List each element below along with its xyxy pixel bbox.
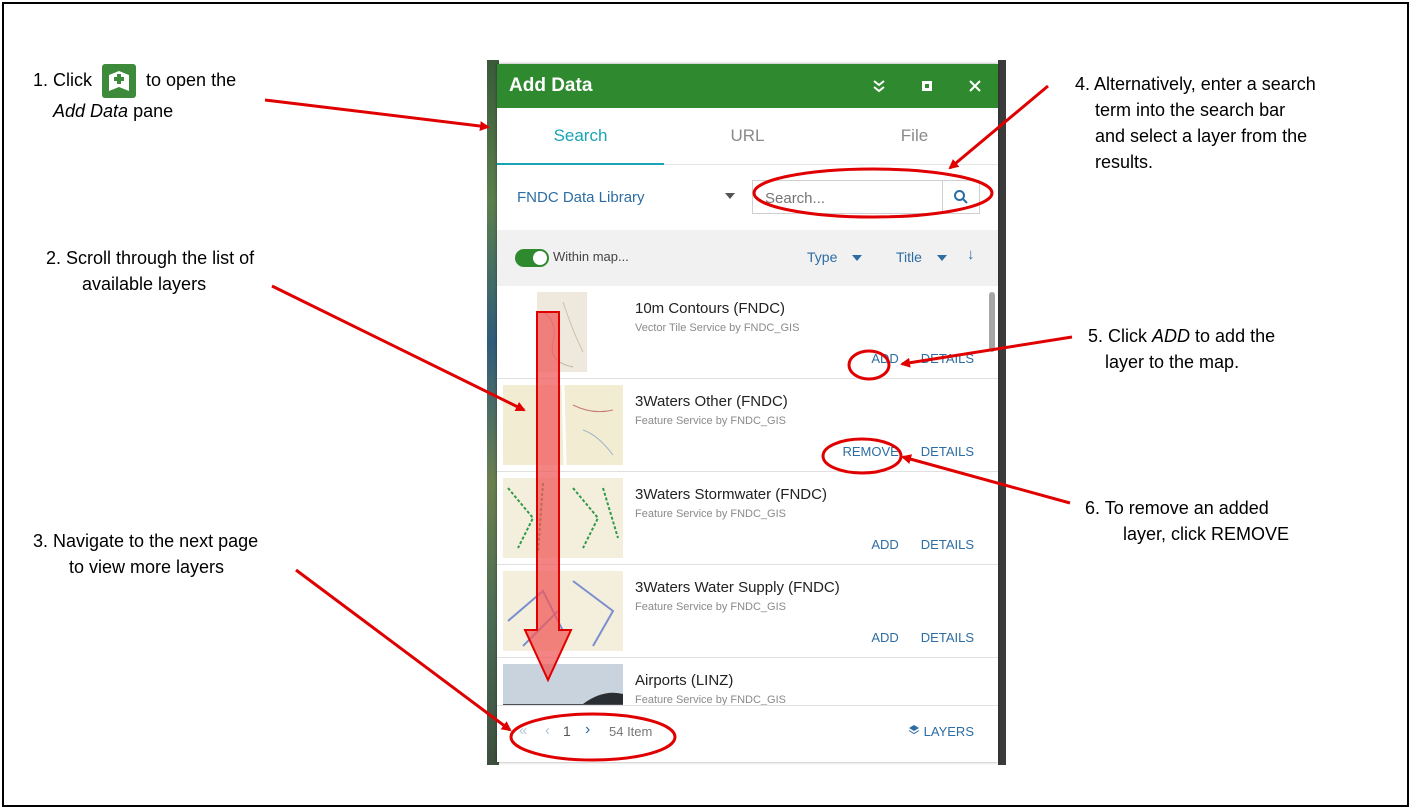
results-list: 10m Contours (FNDC) Vector Tile Service … — [497, 286, 998, 706]
layer-thumbnail — [537, 292, 587, 372]
layers-button[interactable]: LAYERS — [908, 724, 974, 739]
layers-icon — [908, 725, 920, 735]
add-button[interactable]: ADD — [871, 537, 898, 552]
results-scrollbar[interactable] — [989, 292, 995, 352]
list-item: 3Waters Water Supply (FNDC) Feature Serv… — [497, 565, 998, 658]
layers-label: LAYERS — [923, 724, 974, 739]
tab-search[interactable]: Search — [497, 108, 664, 165]
annotation-step-6: 6. To remove an added layer, click REMOV… — [1085, 498, 1290, 544]
item-title: 10m Contours (FNDC) — [635, 300, 786, 317]
panel-title: Add Data — [509, 75, 593, 96]
item-subtitle: Feature Service by FNDC_GIS — [635, 601, 786, 613]
search-box — [752, 180, 980, 215]
title-chevron-down-icon[interactable] — [937, 255, 947, 261]
layer-thumbnail — [503, 571, 623, 651]
collapse-icon[interactable] — [867, 74, 891, 98]
panel-header: Add Data — [497, 64, 998, 108]
source-dropdown[interactable]: FNDC Data Library — [517, 189, 645, 206]
list-item: Airports (LINZ) Feature Service by FNDC_… — [497, 658, 998, 706]
search-input[interactable] — [753, 181, 957, 215]
source-row: FNDC Data Library — [497, 165, 998, 230]
first-page-icon[interactable]: « — [519, 722, 527, 739]
search-button[interactable] — [942, 181, 979, 213]
annotation-step-2: 2. Scroll through the list of available … — [46, 248, 255, 294]
item-title: 3Waters Water Supply (FNDC) — [635, 579, 840, 596]
add-data-icon — [102, 64, 137, 98]
details-button[interactable]: DETAILS — [921, 630, 974, 645]
item-subtitle: Vector Tile Service by FNDC_GIS — [635, 322, 800, 334]
close-icon[interactable] — [963, 74, 987, 98]
tab-file[interactable]: File — [831, 108, 998, 164]
list-item: 3Waters Other (FNDC) Feature Service by … — [497, 379, 998, 472]
details-button[interactable]: DETAILS — [921, 444, 974, 459]
title-sort[interactable]: Title — [896, 249, 922, 265]
layer-thumbnail — [503, 664, 623, 706]
item-title: 3Waters Stormwater (FNDC) — [635, 486, 827, 503]
annotation-step-3: 3. Navigate to the next page to view mor… — [33, 531, 259, 577]
within-map-toggle[interactable] — [515, 249, 549, 267]
remove-button[interactable]: REMOVE — [842, 444, 898, 459]
type-chevron-down-icon[interactable] — [852, 255, 862, 261]
details-button[interactable]: DETAILS — [921, 537, 974, 552]
previous-page-icon[interactable]: ‹ — [545, 722, 550, 739]
item-title: 3Waters Other (FNDC) — [635, 393, 788, 410]
details-button[interactable]: DETAILS — [921, 351, 974, 366]
list-item: 10m Contours (FNDC) Vector Tile Service … — [497, 286, 998, 379]
add-button[interactable]: ADD — [871, 630, 898, 645]
tab-url[interactable]: URL — [664, 108, 831, 164]
search-icon — [954, 190, 968, 204]
item-subtitle: Feature Service by FNDC_GIS — [635, 508, 786, 520]
layer-thumbnail — [503, 478, 623, 558]
add-button[interactable]: ADD — [871, 351, 898, 366]
next-page-icon[interactable]: › — [585, 721, 590, 739]
chevron-down-icon[interactable] — [725, 193, 735, 199]
annotation-step-4: 4. Alternatively, enter a search term in… — [1075, 74, 1316, 172]
item-count: 54 Item — [609, 724, 653, 739]
within-map-label: Within map... — [553, 249, 629, 264]
annotation-step-5: 5. Click ADD to add the layer to the map… — [1088, 326, 1276, 372]
add-data-panel: Add Data Search URL File FNDC Data Libra… — [497, 64, 998, 762]
item-subtitle: Feature Service by FNDC_GIS — [635, 415, 786, 427]
maximize-icon[interactable] — [915, 74, 939, 98]
tab-bar: Search URL File — [497, 108, 998, 165]
item-title: Airports (LINZ) — [635, 672, 734, 689]
type-filter[interactable]: Type — [807, 249, 837, 265]
list-item: 3Waters Stormwater (FNDC) Feature Servic… — [497, 472, 998, 565]
sort-direction-icon[interactable]: ↓ — [967, 246, 975, 263]
page-number: 1 — [563, 723, 571, 739]
layer-thumbnail — [503, 385, 623, 465]
annotation-step-1: 1. Click to open the Add Data pane — [33, 64, 236, 124]
map-background-right — [998, 60, 1006, 765]
filter-row: Within map... Type Title ↓ — [497, 230, 998, 286]
panel-footer: « ‹ 1 › 54 Item LAYERS — [497, 705, 998, 762]
